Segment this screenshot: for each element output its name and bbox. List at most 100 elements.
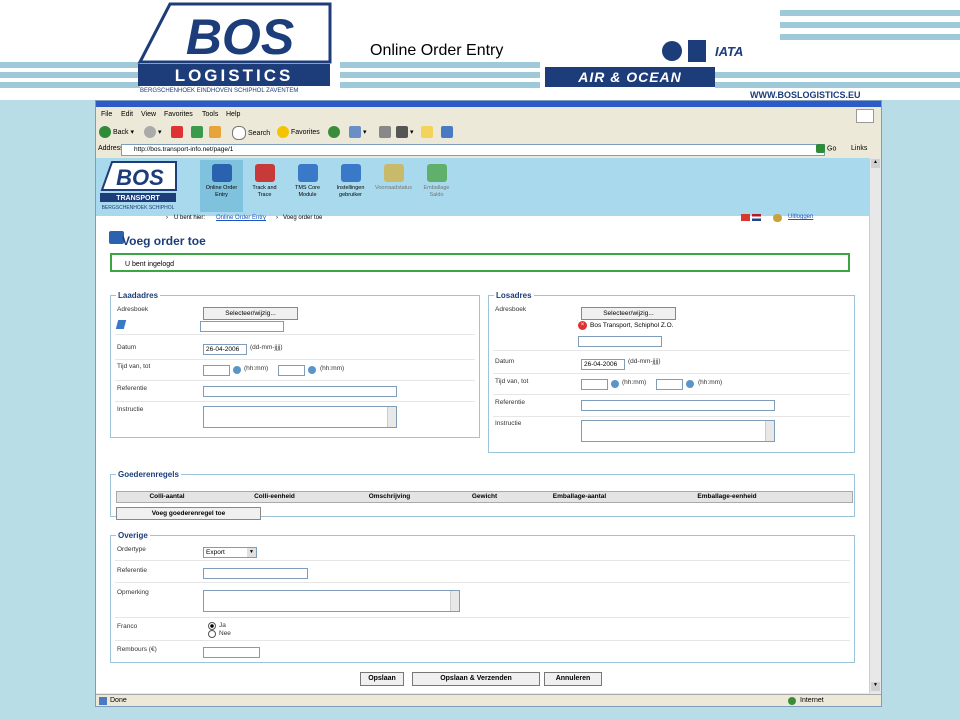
goods-col-colli-eenheid: Colli-eenheid: [254, 493, 295, 500]
vertical-scrollbar[interactable]: ▲ ▼: [869, 158, 881, 693]
unload-time-to-hint: (hh:mm): [698, 379, 723, 386]
load-datum-input[interactable]: 26-04-2006: [203, 344, 247, 355]
certification-icon: [662, 40, 706, 62]
unload-datum-label: Datum: [495, 358, 515, 365]
pin-icon: [115, 320, 127, 329]
load-referentie-input[interactable]: [203, 386, 397, 397]
franco-nee-radio[interactable]: [208, 630, 216, 638]
other-fieldset: Overige Ordertype Export ▼ Referentie Opm…: [110, 531, 855, 663]
menu-bar: File Edit View Favorites Tools Help: [96, 109, 881, 123]
load-referentie-label: Referentie: [117, 385, 147, 392]
clock-icon[interactable]: [233, 366, 241, 374]
unload-select-button[interactable]: Selecteer/wijzig...: [581, 307, 676, 320]
save-button[interactable]: Opslaan: [360, 672, 404, 686]
unload-referentie-label: Referentie: [495, 399, 525, 406]
unload-referentie-input[interactable]: [581, 400, 775, 411]
add-goods-line-button[interactable]: Voeg goederenregel toe: [116, 507, 261, 520]
unload-address-input[interactable]: [578, 336, 662, 347]
scroll-up-icon[interactable]: ▲: [871, 159, 880, 168]
bos-transport-logo: BOS TRANSPORT BERGSCHENHOEK SCHIPHOL: [100, 161, 177, 211]
breadcrumb-link[interactable]: Online Order Entry: [216, 215, 266, 221]
load-address-input[interactable]: [200, 321, 284, 332]
ordertype-label: Ordertype: [117, 546, 146, 553]
tab-voorraadstatus[interactable]: Voorraadstatus: [372, 160, 415, 212]
tab-tms-core-module[interactable]: TMS Core Module: [286, 160, 329, 212]
menu-tools[interactable]: Tools: [202, 111, 218, 118]
status-done: Done: [110, 697, 127, 704]
favorites-button[interactable]: Favorites: [277, 126, 320, 140]
other-referentie-input[interactable]: [203, 568, 308, 579]
tab-online-order-entry[interactable]: Online Order Entry: [200, 160, 243, 212]
goods-fieldset: Goederenregels Colli-aantal Colli-eenhei…: [110, 470, 855, 520]
address-input[interactable]: http://bos.transport-info.net/page/1: [121, 144, 825, 156]
rembours-label: Rembours (€): [117, 646, 157, 653]
links-button[interactable]: Links: [851, 145, 867, 152]
remove-address-icon[interactable]: ×: [578, 321, 587, 330]
flag-uk-icon[interactable]: [741, 214, 750, 221]
scrollbar[interactable]: [387, 407, 396, 427]
scroll-down-icon[interactable]: ▼: [871, 682, 880, 691]
load-select-button[interactable]: Selecteer/wijzig...: [203, 307, 298, 320]
air-ocean-banner: AIR & OCEAN: [545, 67, 715, 87]
print-button[interactable]: [379, 126, 393, 140]
menu-edit[interactable]: Edit: [121, 111, 133, 118]
unload-adresboek-label: Adresboek: [495, 306, 527, 313]
tab-track-and-trace[interactable]: Track and Trace: [243, 160, 286, 212]
load-time-to-input[interactable]: [278, 365, 305, 376]
logout-link[interactable]: Uitloggen: [788, 214, 813, 220]
stop-button[interactable]: [171, 126, 185, 140]
unload-time-to-input[interactable]: [656, 379, 683, 390]
home-button[interactable]: [209, 126, 223, 140]
site-logo-text: BOS: [116, 165, 164, 190]
page-content: BOS TRANSPORT BERGSCHENHOEK SCHIPHOL Onl…: [96, 158, 869, 693]
franco-ja-radio[interactable]: [208, 622, 216, 630]
menu-view[interactable]: View: [141, 111, 156, 118]
refresh-icon: [191, 126, 203, 139]
cancel-button[interactable]: Annuleren: [544, 672, 602, 686]
tab-emballage-saldo[interactable]: Emballage Saldo: [415, 160, 458, 212]
messenger-button[interactable]: [441, 126, 455, 140]
mail-button[interactable]: ▾: [349, 126, 367, 140]
back-button[interactable]: Back ▾: [99, 126, 134, 140]
tab-instellingen-gebruiker[interactable]: Instellingen gebruiker: [329, 160, 372, 212]
edit-button[interactable]: ▾: [396, 126, 414, 140]
print-icon: [379, 126, 391, 139]
scrollbar[interactable]: [765, 421, 774, 441]
load-time-from-input[interactable]: [203, 365, 230, 376]
menu-favorites[interactable]: Favorites: [164, 111, 193, 118]
refresh-button[interactable]: [191, 126, 205, 140]
opmerking-textarea[interactable]: [203, 590, 460, 612]
truck-icon: [254, 164, 275, 182]
settings-icon: [340, 164, 361, 182]
unload-time-from-input[interactable]: [581, 379, 608, 390]
ordertype-select[interactable]: Export ▼: [203, 547, 257, 558]
clock-icon[interactable]: [686, 380, 694, 388]
clock-icon[interactable]: [308, 366, 316, 374]
flag-nl-icon[interactable]: [752, 214, 761, 221]
folder-button[interactable]: [421, 126, 435, 140]
unload-instructie-textarea[interactable]: [581, 420, 775, 442]
browser-window: File Edit View Favorites Tools Help Back…: [95, 100, 882, 707]
menu-file[interactable]: File: [101, 111, 112, 118]
load-instructie-textarea[interactable]: [203, 406, 397, 428]
clock-icon[interactable]: [611, 380, 619, 388]
address-bar: Address http://bos.transport-info.net/pa…: [96, 143, 881, 157]
rembours-input[interactable]: [203, 647, 260, 658]
go-button[interactable]: Go: [816, 144, 846, 153]
load-address-fieldset: Laadadres Adresboek Selecteer/wijzig... …: [110, 291, 480, 438]
forward-button[interactable]: ▾: [144, 126, 162, 140]
book-icon: [211, 164, 232, 182]
history-button[interactable]: [328, 126, 342, 140]
logo-subtext: LOGISTICS: [175, 66, 294, 85]
unload-datum-input[interactable]: 26-04-2006: [581, 359, 625, 370]
goods-col-emballage-eenheid: Emballage-eenheid: [697, 493, 757, 500]
goods-col-gewicht: Gewicht: [471, 493, 498, 500]
scrollbar[interactable]: [450, 591, 459, 611]
logo-tagline: BERGSCHENHOEK EINDHOVEN SCHIPHOL ZAVENTE…: [140, 88, 299, 94]
menu-help[interactable]: Help: [226, 111, 240, 118]
unload-instructie-label: Instructie: [495, 420, 522, 427]
save-and-send-button[interactable]: Opslaan & Verzenden: [412, 672, 540, 686]
chevron-down-icon[interactable]: ▼: [247, 548, 256, 557]
star-icon: [277, 126, 289, 139]
search-button[interactable]: Search: [232, 126, 270, 140]
